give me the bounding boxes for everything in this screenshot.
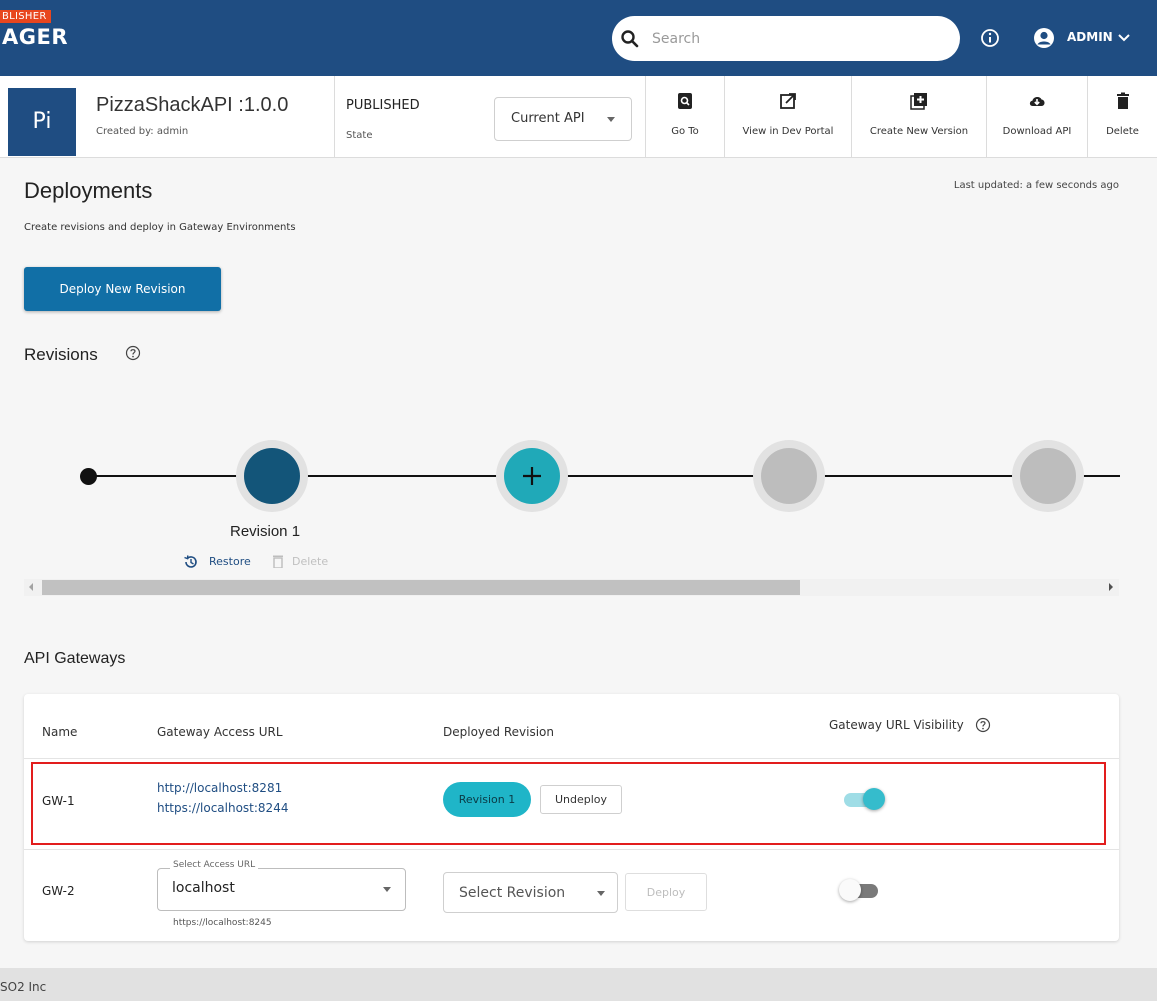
column-header-revision: Deployed Revision — [443, 725, 554, 739]
dropdown-arrow-icon — [383, 887, 391, 892]
view-in-dev-portal-label: View in Dev Portal — [742, 126, 834, 137]
library-add-icon — [910, 93, 927, 110]
timeline-start-dot — [80, 468, 97, 485]
revision-timeline — [0, 430, 1157, 530]
add-revision-fill — [504, 448, 560, 504]
api-version-select-value: Current API — [511, 111, 585, 126]
last-updated-text: Last updated: a few seconds ago — [953, 180, 1119, 191]
restore-revision-link[interactable]: Restore — [209, 555, 251, 568]
scroll-left-icon[interactable] — [29, 583, 33, 591]
access-url-helper-text: https://localhost:8245 — [173, 918, 272, 928]
download-api-button[interactable]: Download API — [987, 76, 1087, 158]
go-to-button[interactable]: Go To — [646, 76, 724, 158]
trash-icon — [273, 555, 283, 568]
page-subtitle: Create revisions and deploy in Gateway E… — [24, 222, 296, 233]
search-box[interactable] — [612, 16, 960, 61]
gateway-name: GW-2 — [42, 884, 75, 898]
gateway-url-visibility-toggle[interactable] — [839, 879, 883, 901]
help-icon[interactable] — [975, 717, 991, 733]
plus-icon — [523, 467, 541, 485]
create-new-version-label: Create New Version — [869, 126, 969, 137]
dropdown-arrow-icon — [597, 891, 605, 896]
page-title: Deployments — [24, 178, 153, 203]
api-avatar: Pi — [8, 88, 76, 156]
add-revision-node[interactable] — [496, 440, 568, 512]
highlight-box — [31, 762, 1106, 845]
scrollbar-thumb[interactable] — [42, 580, 800, 595]
create-new-version-button[interactable]: Create New Version — [852, 76, 986, 158]
info-icon[interactable] — [980, 28, 1000, 48]
search-icon — [621, 30, 639, 48]
brand-publisher-label: BLISHER — [0, 10, 51, 23]
column-header-url: Gateway Access URL — [157, 725, 283, 739]
delete-revision-link: Delete — [292, 555, 329, 568]
cloud-download-icon — [1029, 96, 1045, 106]
empty-slot-fill — [761, 448, 817, 504]
revision-node-fill — [244, 448, 300, 504]
restore-icon[interactable] — [183, 554, 199, 570]
access-url-select-label: Select Access URL — [170, 860, 259, 870]
api-gateways-title: API Gateways — [24, 650, 126, 667]
search-input[interactable] — [652, 27, 942, 51]
divider — [334, 76, 335, 158]
footer-text: SO2 Inc — [0, 980, 47, 994]
api-created-by: Created by: admin — [96, 126, 189, 137]
revision-label: Revision 1 — [230, 523, 301, 540]
delete-api-button[interactable]: Delete — [1088, 76, 1157, 158]
api-version-select[interactable]: Current API — [494, 97, 632, 141]
deploy-button[interactable]: Deploy — [625, 873, 707, 911]
go-to-icon — [678, 93, 692, 109]
api-state-label: State — [346, 130, 373, 141]
empty-revision-slot — [753, 440, 825, 512]
row-divider — [24, 758, 1119, 759]
horizontal-scrollbar[interactable] — [24, 579, 1119, 596]
open-external-icon — [780, 93, 796, 109]
column-header-name: Name — [42, 725, 78, 739]
toggle-thumb — [839, 879, 861, 901]
dropdown-arrow-icon — [607, 117, 615, 122]
help-icon[interactable] — [125, 345, 141, 361]
footer: SO2 Inc — [0, 968, 1157, 1001]
select-revision-value: Select Revision — [459, 885, 566, 901]
delete-api-label: Delete — [1106, 126, 1139, 137]
revisions-title: Revisions — [24, 345, 98, 364]
access-url-select-value: localhost — [172, 880, 235, 896]
brand-manager-label[interactable]: AGER — [2, 25, 68, 49]
user-menu-label[interactable]: ADMIN — [1067, 30, 1113, 44]
column-header-visibility: Gateway URL Visibility — [829, 718, 964, 732]
select-revision-dropdown[interactable]: Select Revision — [443, 872, 618, 913]
download-api-label: Download API — [1002, 126, 1072, 137]
view-in-dev-portal-button[interactable]: View in Dev Portal — [725, 76, 851, 158]
go-to-label: Go To — [671, 126, 699, 137]
deploy-new-revision-button[interactable]: Deploy New Revision — [24, 267, 221, 311]
top-bar: BLISHER AGER ADMIN — [0, 0, 1157, 76]
user-account-icon[interactable] — [1033, 27, 1055, 49]
revision-node[interactable] — [236, 440, 308, 512]
scroll-right-icon[interactable] — [1109, 583, 1113, 591]
row-divider — [24, 849, 1119, 850]
api-state-value: PUBLISHED — [346, 98, 420, 113]
empty-slot-fill — [1020, 448, 1076, 504]
api-header: Pi PizzaShackAPI :1.0.0 Created by: admi… — [0, 76, 1157, 158]
empty-revision-slot — [1012, 440, 1084, 512]
api-name: PizzaShackAPI :1.0.0 — [96, 94, 289, 116]
chevron-down-icon[interactable] — [1117, 32, 1131, 44]
trash-icon — [1116, 92, 1129, 109]
